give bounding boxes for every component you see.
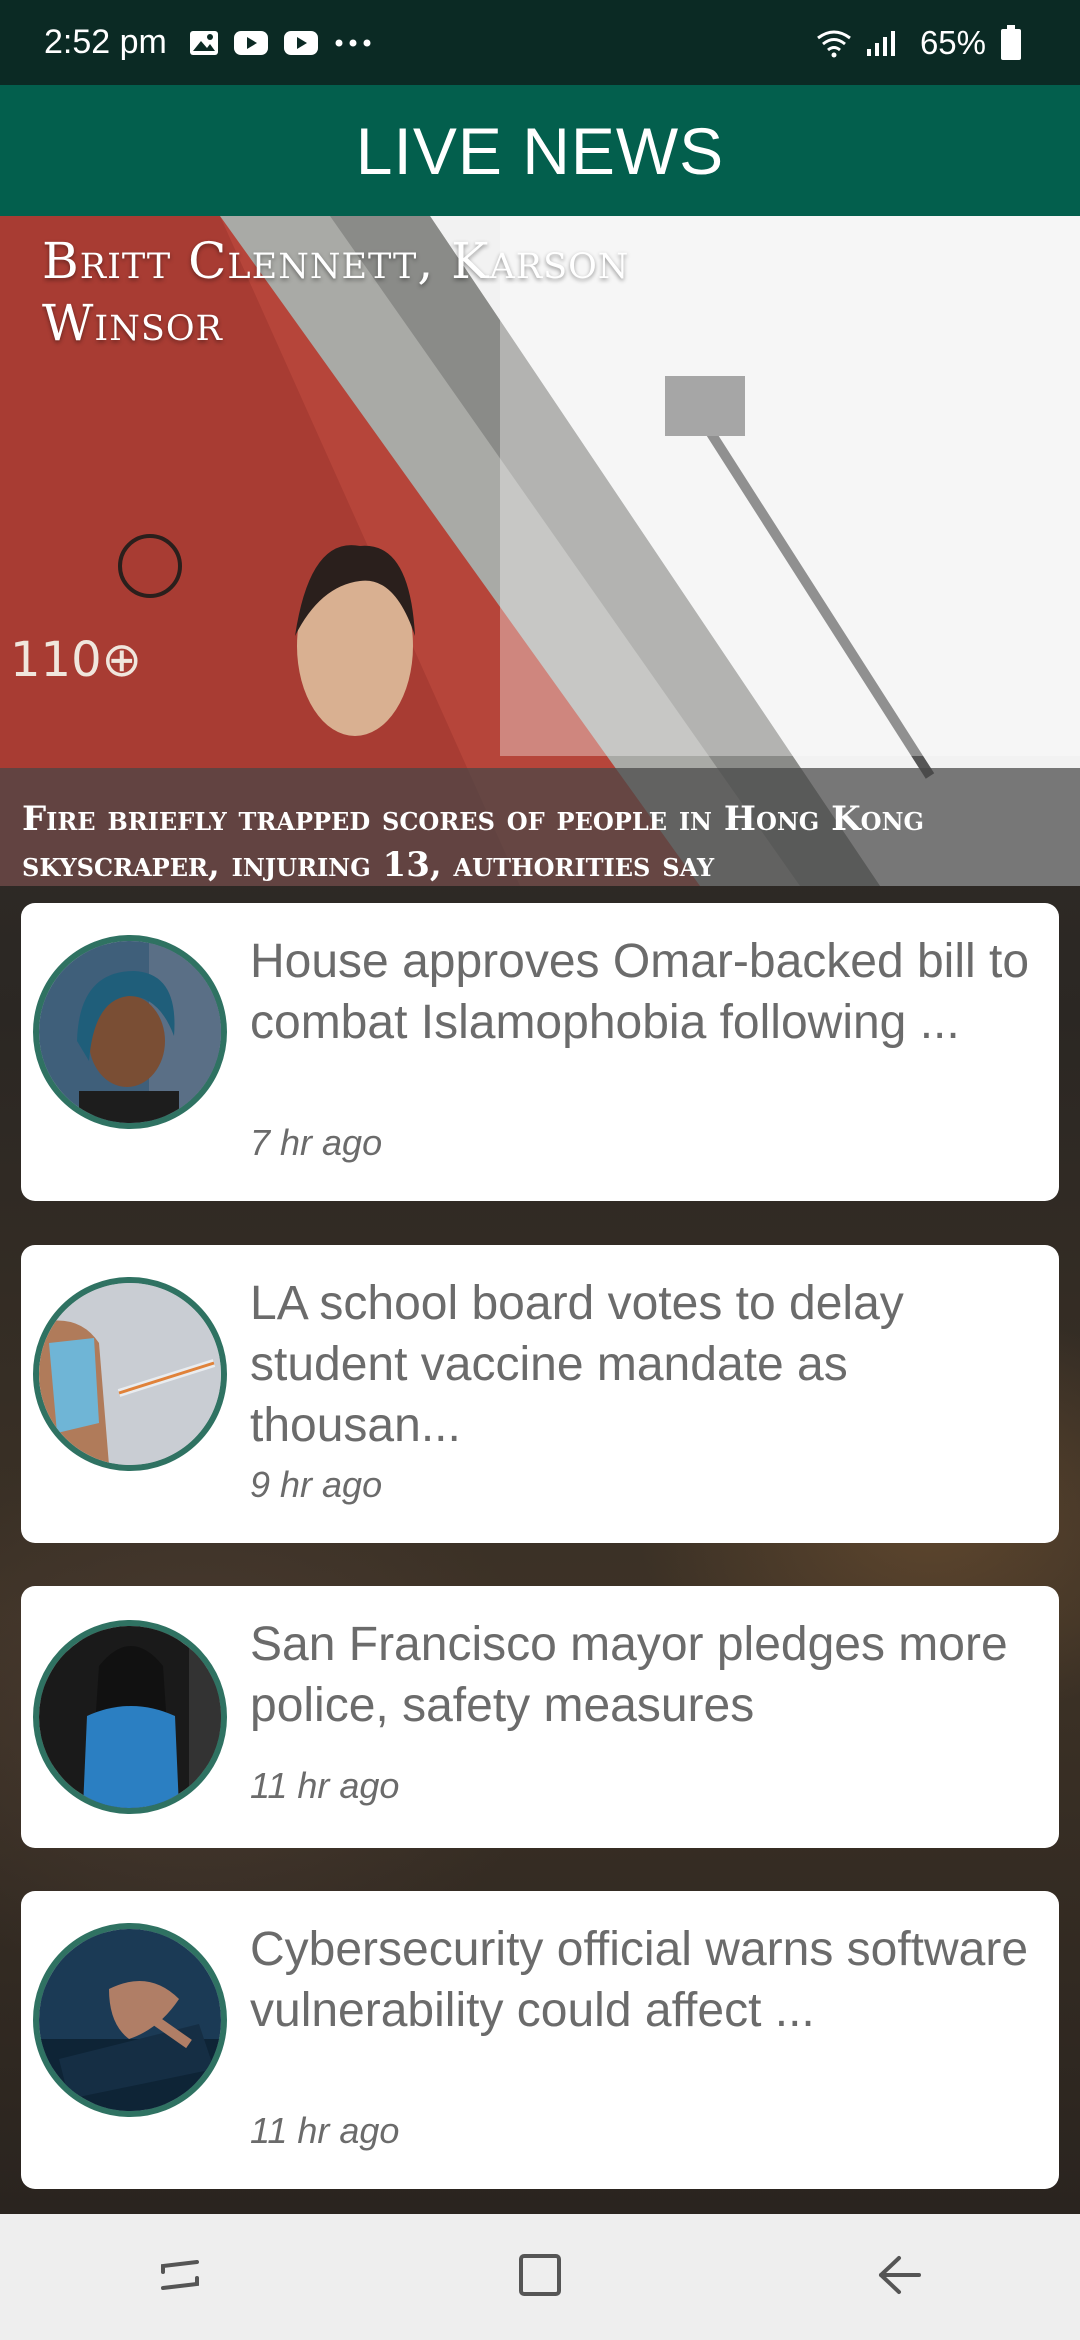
article-time: 9 hr ago <box>250 1464 383 1505</box>
article-thumbnail <box>33 935 227 1129</box>
article-title: San Francisco mayor pledges more police,… <box>250 1618 1008 1732</box>
home-icon <box>515 2250 565 2305</box>
gallery-icon <box>189 29 219 57</box>
recent-apps-icon <box>155 2250 205 2305</box>
recent-apps-button[interactable] <box>120 2227 240 2327</box>
app-title: LIVE NEWS <box>355 113 725 188</box>
svg-text:110⊕: 110⊕ <box>10 632 142 688</box>
home-button[interactable] <box>480 2227 600 2327</box>
youtube-icon <box>233 29 269 57</box>
wifi-icon <box>816 28 852 58</box>
article-title: House approves Omar-backed bill to comba… <box>250 935 1030 1049</box>
hero-authors: Britt Clennett, Karson Winsor <box>42 232 630 352</box>
article-thumbnail <box>33 1277 227 1471</box>
back-icon <box>875 2250 925 2305</box>
status-time: 2:52 pm <box>44 23 167 61</box>
article-thumbnail <box>33 1923 227 2117</box>
back-button[interactable] <box>840 2227 960 2327</box>
article-time: 11 hr ago <box>250 1765 400 1806</box>
status-bar: 2:52 pm 65% <box>0 0 1080 85</box>
article-card[interactable]: House approves Omar-backed bill to comba… <box>21 903 1059 1201</box>
battery-icon <box>1000 24 1022 61</box>
article-title: Cybersecurity official warns software vu… <box>250 1923 1029 2037</box>
article-title: LA school board votes to delay student v… <box>250 1277 904 1452</box>
hero-story[interactable]: 110⊕ Britt Clennett, Karson Winsor Fire … <box>0 216 1080 886</box>
more-dots-icon <box>333 38 373 48</box>
article-time: 7 hr ago <box>250 1122 383 1163</box>
battery-percent: 65% <box>919 23 986 61</box>
hero-caption[interactable]: Fire briefly trapped scores of people in… <box>0 768 1080 886</box>
youtube-icon <box>283 29 319 57</box>
article-card[interactable]: San Francisco mayor pledges more police,… <box>21 1586 1059 1848</box>
system-nav-bar <box>0 2214 1080 2340</box>
article-card[interactable]: Cybersecurity official warns software vu… <box>21 1891 1059 2189</box>
article-time: 11 hr ago <box>250 2110 400 2151</box>
article-thumbnail <box>33 1620 227 1814</box>
app-bar: LIVE NEWS <box>0 85 1080 216</box>
signal-icon <box>866 29 896 57</box>
article-card[interactable]: LA school board votes to delay student v… <box>21 1245 1059 1543</box>
